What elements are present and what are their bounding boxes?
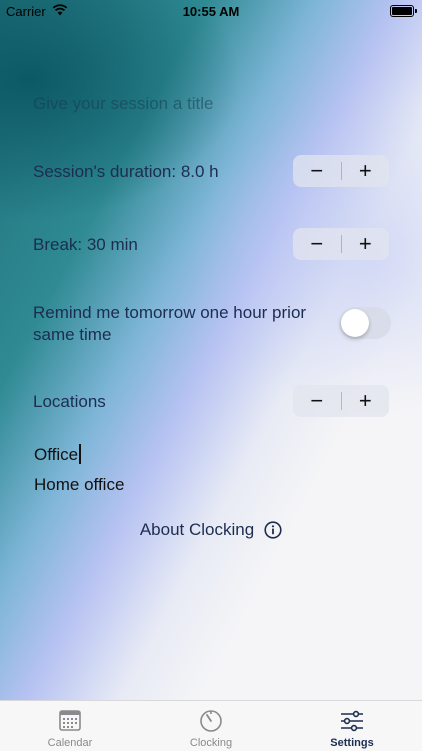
duration-increase-button[interactable]: +: [342, 155, 390, 187]
tab-settings[interactable]: Settings: [282, 701, 422, 751]
location-item-office[interactable]: Office: [34, 444, 82, 465]
locations-label: Locations: [33, 392, 106, 411]
break-label: Break: 30 min: [33, 235, 138, 254]
location-text: Office: [34, 445, 79, 464]
calendar-icon: [59, 710, 81, 731]
reminder-toggle[interactable]: [339, 307, 391, 339]
duration-decrease-button[interactable]: −: [293, 155, 341, 187]
tab-clocking[interactable]: Clocking: [141, 701, 281, 751]
break-stepper: − +: [293, 228, 389, 260]
locations-decrease-button[interactable]: −: [293, 385, 341, 417]
sliders-icon: [341, 710, 363, 732]
about-label: About Clocking: [139, 520, 255, 539]
locations-increase-button[interactable]: +: [342, 385, 390, 417]
duration-label: Session's duration: 8.0 h: [33, 162, 219, 181]
location-item-home-office[interactable]: Home office: [34, 475, 124, 495]
stopwatch-icon: [200, 710, 222, 732]
about-clocking-button[interactable]: About Clocking: [0, 520, 422, 540]
locations-stepper: − +: [293, 385, 389, 417]
break-decrease-button[interactable]: −: [293, 228, 341, 260]
tab-settings-label: Settings: [330, 737, 374, 749]
text-cursor: [79, 444, 82, 464]
tab-bar: Calendar Clocking Settings: [0, 700, 422, 751]
toggle-knob: [341, 309, 369, 337]
duration-stepper: − +: [293, 155, 389, 187]
tab-calendar[interactable]: Calendar: [0, 701, 140, 751]
info-icon: [264, 521, 282, 539]
tab-calendar-label: Calendar: [47, 737, 93, 749]
settings-content: Session's duration: 8.0 h − + Break: 30 …: [0, 0, 422, 700]
break-increase-button[interactable]: +: [342, 228, 390, 260]
session-title-input[interactable]: [33, 92, 373, 116]
reminder-label: Remind me tomorrow one hour prior same t…: [33, 303, 307, 344]
tab-clocking-label: Clocking: [189, 737, 233, 749]
